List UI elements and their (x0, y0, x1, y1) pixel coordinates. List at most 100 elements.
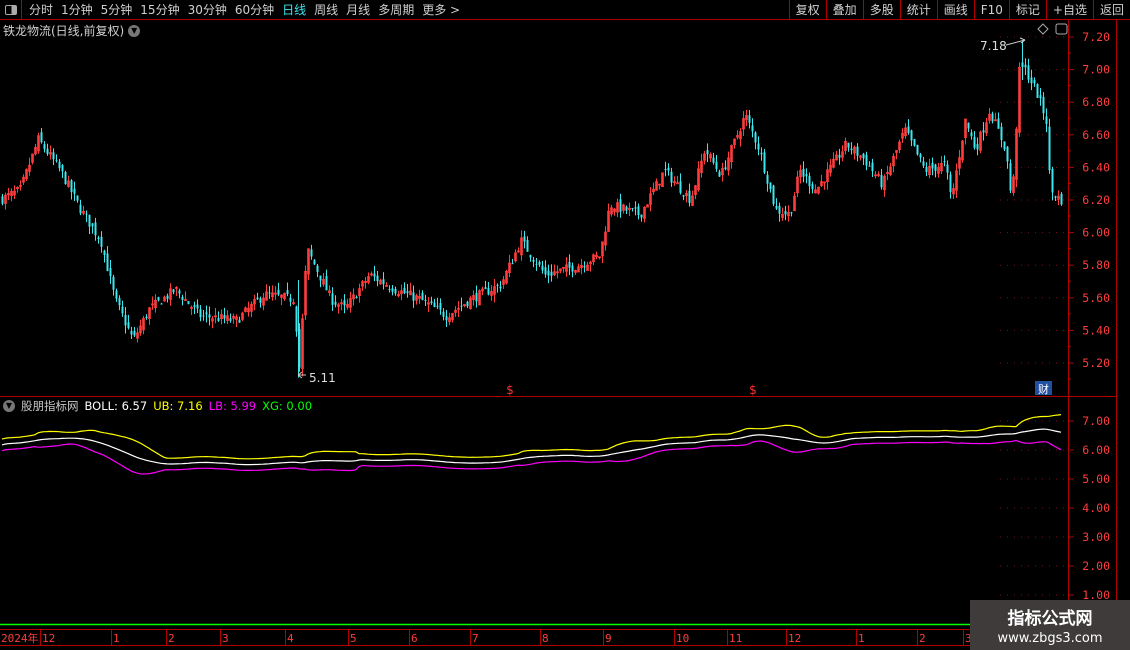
candle-body (268, 292, 271, 294)
candle-body (1045, 116, 1048, 125)
candle-body (973, 136, 976, 148)
candle-body (424, 299, 427, 301)
candle-body (499, 286, 502, 289)
candle-body (850, 148, 853, 151)
candle-body (982, 130, 985, 133)
time-axis-label: 4 (287, 632, 294, 645)
candle-body (58, 161, 61, 169)
candle-body (1051, 168, 1054, 193)
candle-body (166, 295, 169, 299)
candle-body (205, 312, 208, 315)
candle-body (325, 276, 328, 291)
candle-body (97, 237, 100, 240)
candle-body (1036, 84, 1039, 98)
candle-body (421, 292, 424, 301)
candle-body (115, 290, 118, 299)
price-tick-label: 5.20 (1082, 356, 1110, 370)
candle-body (880, 175, 883, 188)
candle-body (124, 314, 127, 326)
candle-body (571, 265, 574, 272)
candle-body (376, 275, 379, 282)
candle-body (196, 304, 199, 309)
candles (1, 58, 1063, 377)
candle-body (706, 150, 709, 155)
time-axis-label: 3 (222, 632, 229, 645)
candle-body (775, 205, 778, 209)
candle-body (862, 153, 865, 159)
candle-body (193, 305, 196, 308)
candle-body (199, 309, 202, 318)
candle-body (943, 161, 946, 163)
candle-body (277, 289, 280, 295)
candle-body (319, 275, 322, 281)
watermark-url: www.zbgs3.com (997, 631, 1103, 646)
candle-body (718, 171, 721, 177)
candle-body (805, 174, 808, 177)
high-price-label: 7.18 (980, 39, 1007, 53)
indicator-tick-label: 3.00 (1082, 530, 1110, 544)
price-tick-label: 6.60 (1082, 128, 1110, 142)
candle-body (634, 207, 637, 209)
time-axis-label: 11 (729, 632, 742, 645)
candle-body (103, 250, 106, 255)
price-tick-label: 7.00 (1082, 63, 1110, 77)
dividend-marker: $ (506, 383, 514, 397)
candle-body (967, 122, 970, 129)
candle-body (229, 318, 232, 321)
candle-body (100, 236, 103, 247)
candle-body (496, 284, 499, 286)
watermark: 指标公式网 www.zbgs3.com (970, 600, 1130, 650)
candle-body (670, 171, 673, 183)
candle-body (802, 168, 805, 177)
candle-body (676, 182, 679, 185)
low-price-label: 5.11 (309, 371, 336, 385)
time-axis-label: 10 (676, 632, 689, 645)
candle-body (679, 181, 682, 193)
indicator-tick-label: 2.00 (1082, 559, 1110, 573)
time-axis-label: 2024年 (1, 631, 39, 645)
candle-body (106, 253, 109, 272)
candle-body (856, 146, 859, 156)
candle-body (526, 240, 529, 252)
candle-body (637, 206, 640, 216)
candle-body (1024, 64, 1027, 68)
candle-body (178, 290, 181, 294)
candle-body (529, 255, 532, 258)
time-axis-label: 5 (350, 632, 357, 645)
candle-body (61, 165, 64, 172)
candle-body (484, 287, 487, 290)
candle-body (583, 265, 586, 268)
indicator-tick-label: 7.00 (1082, 414, 1110, 428)
indicator-tick-label: 4.00 (1082, 501, 1110, 515)
candle-body (430, 301, 433, 304)
candle-body (85, 213, 88, 215)
candle-body (1003, 141, 1006, 150)
candle-body (316, 265, 319, 272)
candle-body (538, 261, 541, 265)
candle-body (1033, 80, 1036, 84)
candle-body (289, 297, 292, 302)
candle-body (640, 214, 643, 218)
candle-body (355, 297, 358, 299)
candle-body (442, 311, 445, 317)
candle-body (910, 130, 913, 141)
candle-body (865, 155, 868, 166)
price-tick-label: 6.00 (1082, 226, 1110, 240)
candle-body (43, 144, 46, 150)
candle-body (466, 301, 469, 307)
candle-body (523, 236, 526, 242)
candle-body (1060, 193, 1063, 205)
candle-body (544, 267, 547, 275)
candle-body (412, 292, 415, 301)
candle-body (946, 164, 949, 173)
candle-body (1009, 163, 1012, 191)
candle-body (109, 268, 112, 277)
candle-body (181, 296, 184, 301)
price-chart[interactable]: 7.20 7.00 6.80 6.60 6.40 6.20 6.00 5.80 5.60 5.40… (0, 0, 1130, 650)
time-axis-label: 12 (788, 632, 801, 645)
candle-body (925, 166, 928, 172)
candle-body (751, 125, 754, 132)
price-tick-label: 5.80 (1082, 258, 1110, 272)
time-axis-label: 1 (113, 632, 120, 645)
candle-body (91, 223, 94, 227)
